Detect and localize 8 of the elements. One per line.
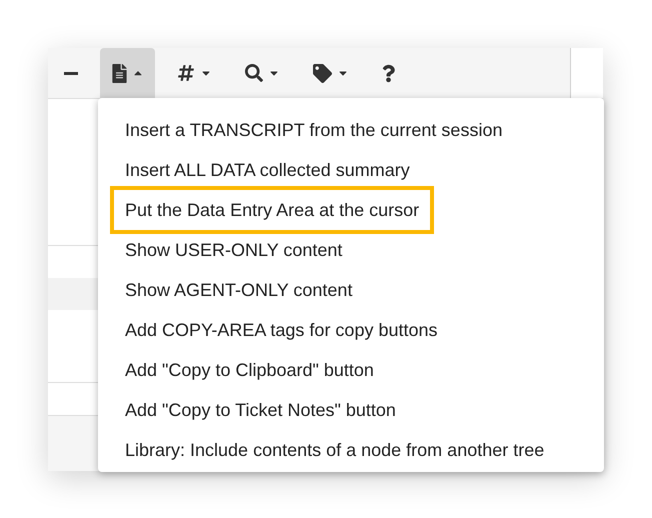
tag-icon (313, 64, 332, 82)
menu-item[interactable]: Put the Data Entry Area at the cursor (110, 186, 434, 234)
search-icon (245, 64, 263, 82)
document-icon (112, 64, 127, 82)
toolbar-button[interactable] (100, 48, 155, 98)
hash-icon (177, 64, 195, 82)
question-icon (382, 64, 395, 82)
minus-icon (64, 72, 78, 74)
